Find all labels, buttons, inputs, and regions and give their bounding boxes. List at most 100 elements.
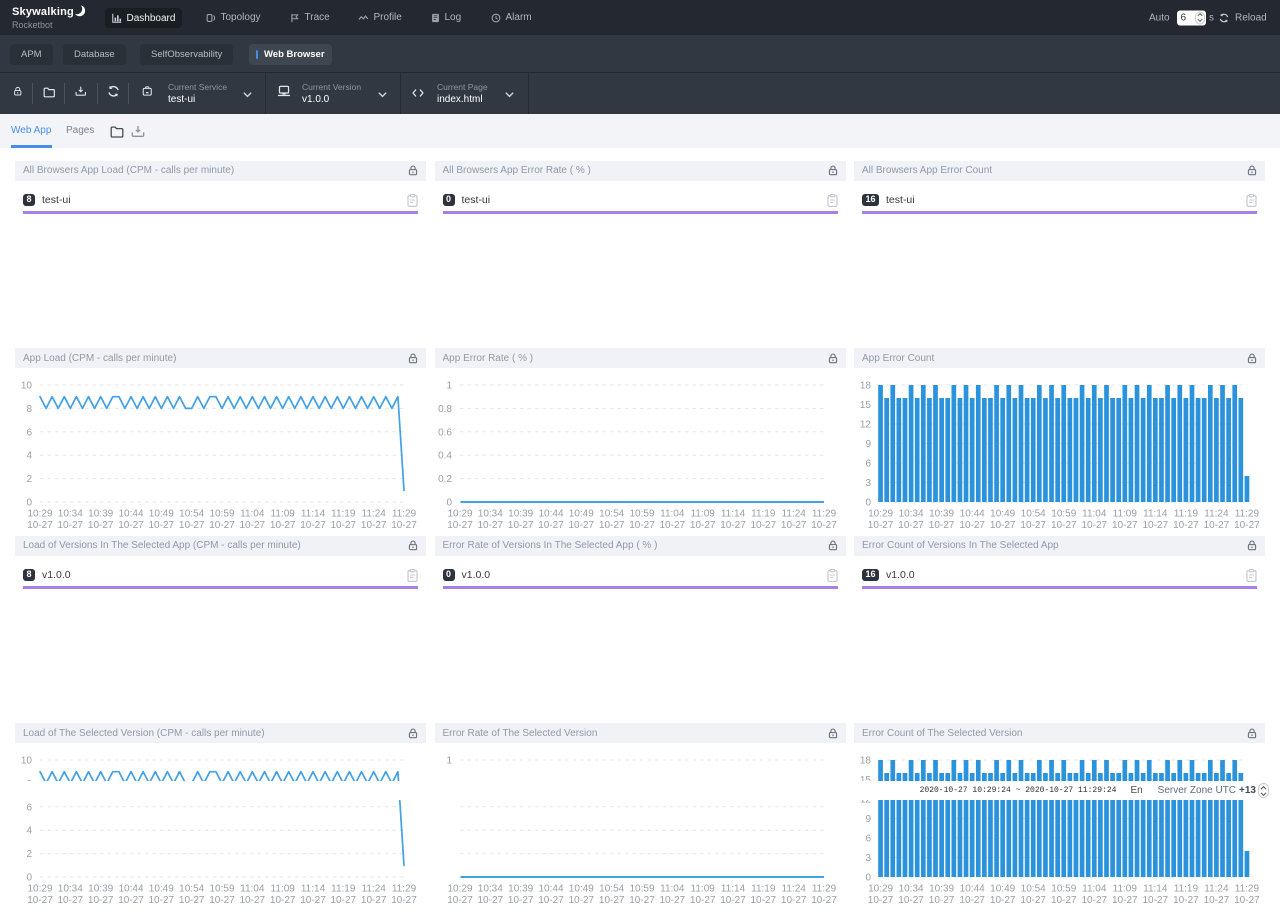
svg-text:10:54: 10:54	[179, 884, 204, 895]
svg-text:0: 0	[865, 873, 871, 884]
svg-text:10:29: 10:29	[27, 884, 52, 895]
svg-text:6: 6	[865, 834, 871, 845]
svg-text:10:39: 10:39	[88, 884, 113, 895]
svg-text:10-27: 10-27	[88, 895, 114, 906]
svg-text:10:44: 10:44	[118, 509, 143, 520]
svg-text:11:04: 11:04	[1082, 884, 1107, 895]
svg-text:0: 0	[26, 498, 32, 509]
svg-text:10:49: 10:49	[990, 884, 1015, 895]
svg-text:10:49: 10:49	[149, 884, 174, 895]
svg-text:10:49: 10:49	[149, 509, 174, 520]
svg-text:10-27: 10-27	[58, 520, 84, 531]
svg-text:10-27: 10-27	[270, 895, 296, 906]
svg-text:11:29: 11:29	[1235, 884, 1260, 895]
svg-text:10-27: 10-27	[1204, 895, 1230, 906]
svg-text:0.4: 0.4	[438, 451, 452, 462]
svg-text:10-27: 10-27	[149, 520, 175, 531]
svg-text:6: 6	[865, 459, 871, 470]
svg-text:10:59: 10:59	[1051, 884, 1076, 895]
svg-text:0: 0	[446, 498, 452, 509]
svg-text:10-27: 10-27	[629, 520, 655, 531]
svg-text:11:09: 11:09	[271, 884, 296, 895]
svg-text:10-27: 10-27	[1082, 520, 1108, 531]
svg-text:10:39: 10:39	[508, 884, 533, 895]
svg-text:11:24: 11:24	[362, 884, 387, 895]
svg-text:11:29: 11:29	[392, 509, 417, 520]
svg-text:10-27: 10-27	[959, 895, 985, 906]
svg-text:11:19: 11:19	[1174, 509, 1199, 520]
svg-text:10:39: 10:39	[929, 884, 954, 895]
svg-text:10-27: 10-27	[118, 895, 144, 906]
svg-text:10-27: 10-27	[811, 520, 837, 531]
svg-text:10-27: 10-27	[149, 895, 175, 906]
svg-text:10-27: 10-27	[659, 895, 685, 906]
svg-text:10-27: 10-27	[1082, 895, 1108, 906]
svg-text:2: 2	[26, 849, 32, 860]
svg-text:11:19: 11:19	[331, 509, 356, 520]
svg-text:10-27: 10-27	[300, 895, 326, 906]
svg-text:11:04: 11:04	[660, 884, 685, 895]
svg-text:11:19: 11:19	[331, 884, 356, 895]
svg-text:11:24: 11:24	[362, 509, 387, 520]
svg-text:10-27: 10-27	[1051, 895, 1077, 906]
svg-text:10-27: 10-27	[507, 520, 533, 531]
svg-text:10:34: 10:34	[477, 884, 502, 895]
svg-text:10-27: 10-27	[209, 520, 235, 531]
svg-text:10-27: 10-27	[1112, 520, 1138, 531]
svg-text:10:44: 10:44	[118, 884, 143, 895]
svg-text:10-27: 10-27	[720, 895, 746, 906]
svg-text:10:34: 10:34	[58, 509, 83, 520]
svg-text:10:54: 10:54	[1021, 509, 1046, 520]
svg-text:11:14: 11:14	[1143, 884, 1168, 895]
svg-text:10-27: 10-27	[88, 520, 114, 531]
svg-text:6: 6	[26, 427, 32, 438]
svg-text:10-27: 10-27	[179, 520, 205, 531]
svg-text:3: 3	[865, 478, 871, 489]
svg-text:10-27: 10-27	[538, 895, 564, 906]
svg-text:10-27: 10-27	[1051, 520, 1077, 531]
svg-text:10-27: 10-27	[1020, 895, 1046, 906]
svg-text:18: 18	[860, 756, 872, 767]
svg-text:10-27: 10-27	[1234, 520, 1260, 531]
svg-text:0.6: 0.6	[438, 427, 452, 438]
svg-text:4: 4	[26, 451, 32, 462]
svg-text:10-27: 10-27	[990, 520, 1016, 531]
svg-text:10:59: 10:59	[629, 884, 654, 895]
svg-text:11:19: 11:19	[751, 884, 776, 895]
svg-text:11:19: 11:19	[751, 509, 776, 520]
svg-text:10-27: 10-27	[598, 520, 624, 531]
svg-text:10-27: 10-27	[898, 895, 924, 906]
svg-text:10-27: 10-27	[331, 520, 357, 531]
svg-text:11:14: 11:14	[1143, 509, 1168, 520]
svg-text:11:14: 11:14	[301, 509, 326, 520]
svg-text:10-27: 10-27	[240, 520, 266, 531]
svg-text:10-27: 10-27	[929, 520, 955, 531]
svg-text:12: 12	[860, 420, 872, 431]
svg-text:10-27: 10-27	[447, 520, 473, 531]
svg-text:10:34: 10:34	[477, 509, 502, 520]
svg-text:10-27: 10-27	[1020, 520, 1046, 531]
svg-text:10-27: 10-27	[568, 520, 594, 531]
svg-text:10:39: 10:39	[929, 509, 954, 520]
svg-text:10-27: 10-27	[1173, 520, 1199, 531]
svg-text:10-27: 10-27	[27, 520, 53, 531]
svg-text:10-27: 10-27	[477, 520, 503, 531]
svg-text:10-27: 10-27	[1173, 895, 1199, 906]
svg-text:10-27: 10-27	[689, 520, 715, 531]
svg-text:9: 9	[865, 814, 871, 825]
svg-text:2: 2	[26, 474, 32, 485]
svg-text:10:39: 10:39	[88, 509, 113, 520]
svg-text:10-27: 10-27	[240, 895, 266, 906]
svg-text:11:14: 11:14	[720, 509, 745, 520]
svg-text:10-27: 10-27	[391, 895, 417, 906]
svg-text:6: 6	[26, 802, 32, 813]
svg-text:10-27: 10-27	[538, 520, 564, 531]
svg-text:10:59: 10:59	[629, 509, 654, 520]
svg-text:0: 0	[26, 873, 32, 884]
svg-text:10:44: 10:44	[538, 884, 563, 895]
svg-text:11:14: 11:14	[720, 884, 745, 895]
svg-text:10-27: 10-27	[689, 895, 715, 906]
svg-text:10-27: 10-27	[27, 895, 53, 906]
svg-text:10-27: 10-27	[391, 520, 417, 531]
svg-text:11:09: 11:09	[1113, 884, 1138, 895]
